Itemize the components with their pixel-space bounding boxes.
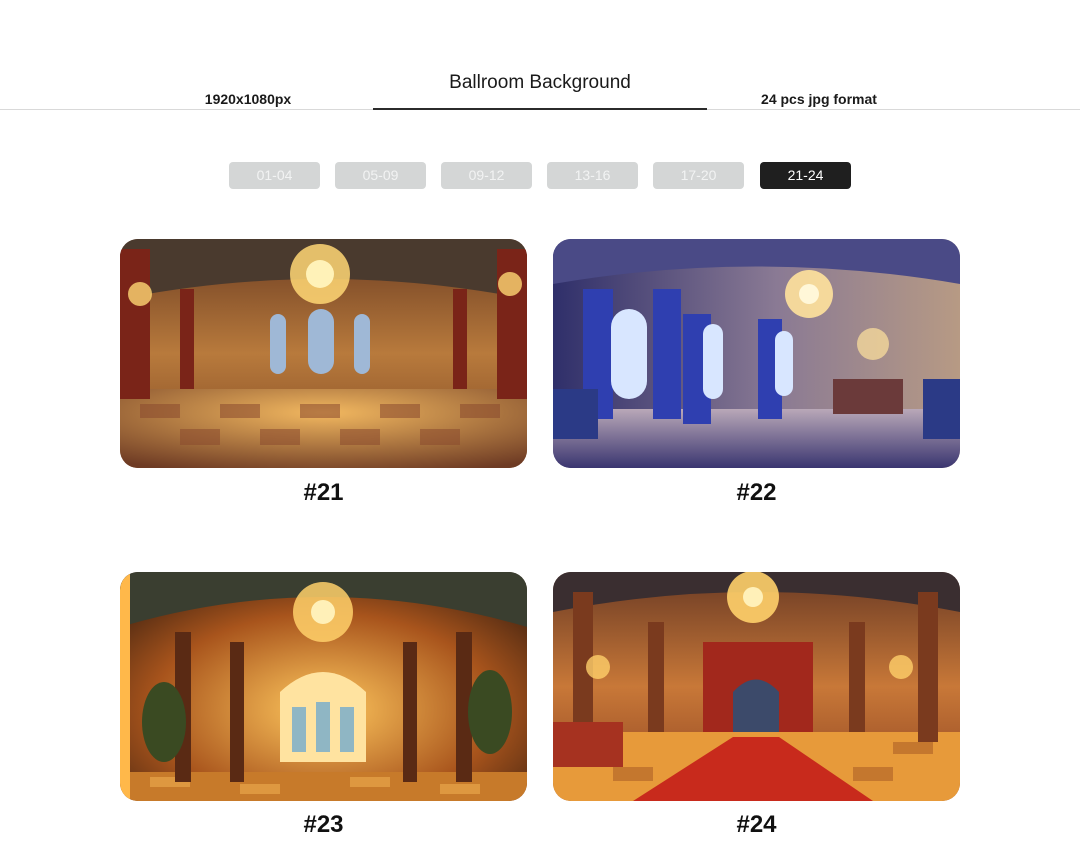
image-caption-23: #23 bbox=[303, 811, 344, 838]
page-header: 1920x1080px Ballroom Background 24 pcs j… bbox=[0, 0, 1080, 112]
tab-05-09[interactable]: 05-09 bbox=[335, 162, 426, 189]
ballroom-image-22[interactable] bbox=[553, 239, 960, 468]
gallery-card-24: #24 bbox=[553, 572, 960, 838]
format-label: 24 pcs jpg format bbox=[761, 91, 877, 107]
ballroom-image-23[interactable] bbox=[120, 572, 527, 801]
ballroom-image-24[interactable] bbox=[553, 572, 960, 801]
image-caption-24: #24 bbox=[736, 811, 777, 838]
tab-17-20[interactable]: 17-20 bbox=[653, 162, 744, 189]
active-title-underline bbox=[373, 108, 707, 110]
tab-13-16[interactable]: 13-16 bbox=[547, 162, 638, 189]
ballroom-image-21[interactable] bbox=[120, 239, 527, 468]
page-title: Ballroom Background bbox=[449, 72, 631, 93]
gallery-card-21: #21 bbox=[120, 239, 527, 506]
image-caption-22: #22 bbox=[736, 479, 777, 506]
gallery-card-23: #23 bbox=[120, 572, 527, 838]
resolution-label: 1920x1080px bbox=[204, 91, 292, 107]
tab-01-04[interactable]: 01-04 bbox=[229, 162, 320, 189]
gallery-card-22: #22 bbox=[553, 239, 960, 506]
page-tabs: 01-04 05-09 09-12 13-16 17-20 21-24 bbox=[229, 162, 851, 190]
image-caption-21: #21 bbox=[303, 479, 344, 506]
tab-21-24[interactable]: 21-24 bbox=[760, 162, 851, 189]
tab-09-12[interactable]: 09-12 bbox=[441, 162, 532, 189]
